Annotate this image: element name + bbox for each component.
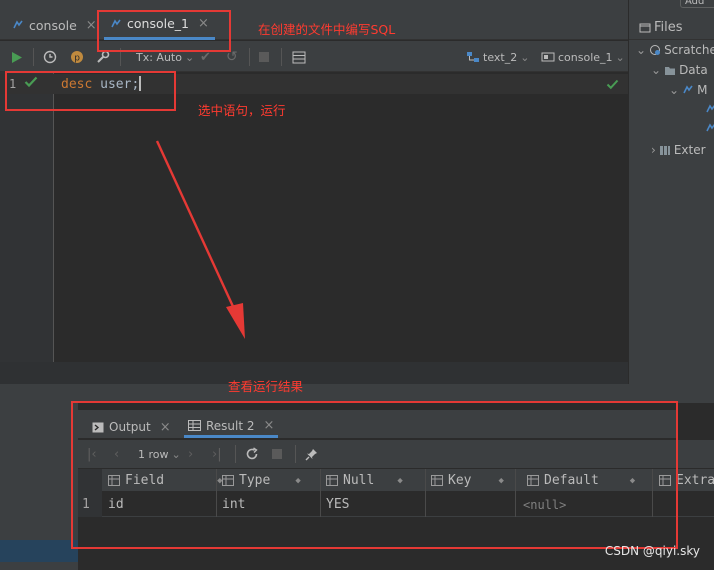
tab-console[interactable]: console ×	[6, 10, 103, 40]
folder-icon	[665, 66, 676, 75]
run-button[interactable]	[11, 48, 23, 66]
files-panel: Files ⌄ Scratche ⌄ Data ⌄ M › Exter	[628, 0, 714, 390]
schema-icon	[467, 52, 479, 62]
watermark: CSDN @qiyi.sky	[604, 544, 700, 558]
session-selector[interactable]: console_1 ⌄	[541, 48, 625, 66]
annotation-write-sql: 在创建的文件中编写SQL	[258, 22, 396, 37]
add-button[interactable]: Add	[680, 0, 714, 8]
tree-item-external[interactable]: › Exter	[651, 143, 706, 157]
files-panel-title[interactable]: Files	[639, 20, 683, 35]
chevron-down-icon: ⌄	[669, 83, 680, 97]
schema-label: text_2	[483, 50, 518, 64]
highlight-box-statement	[5, 71, 176, 111]
annotation-arrow-icon	[155, 140, 245, 339]
stop-button[interactable]	[259, 48, 269, 66]
selected-item-strip	[0, 540, 78, 562]
play-icon	[12, 51, 22, 63]
highlight-box-results	[71, 401, 678, 549]
console-file-icon	[13, 20, 23, 29]
tree-item-data[interactable]: ⌄ Data	[651, 63, 708, 77]
editor-horizontal-scrollbar[interactable]	[0, 362, 628, 384]
sql-file-icon	[706, 123, 714, 132]
chevron-down-icon: ⌄	[636, 43, 647, 57]
scratches-icon	[650, 45, 661, 55]
sql-editor[interactable]	[55, 72, 628, 362]
table-view-button[interactable]	[292, 48, 306, 66]
schema-selector[interactable]: text_2 ⌄	[466, 48, 529, 66]
explain-plan-button[interactable]: p	[70, 48, 84, 66]
tree-item-m[interactable]: ⌄ M	[669, 83, 707, 97]
p-badge-icon: p	[71, 51, 83, 63]
table-icon	[292, 51, 306, 63]
annotation-select-run: 选中语句，运行	[198, 103, 286, 118]
clock-icon	[43, 50, 57, 64]
chevron-down-icon: ⌄	[651, 63, 662, 77]
annotation-view-result: 查看运行结果	[228, 379, 304, 394]
editor-gutter	[0, 72, 54, 362]
wrench-icon	[97, 50, 110, 63]
console-session-icon	[541, 52, 555, 62]
stop-icon	[259, 52, 269, 62]
tree-item-console-1-file[interactable]	[705, 122, 714, 134]
no-errors-check-icon	[606, 79, 619, 93]
chevron-down-icon: ⌄	[184, 50, 195, 64]
tab-label: console	[29, 17, 77, 33]
session-label: console_1	[558, 50, 613, 64]
files-icon	[639, 23, 651, 32]
library-icon	[659, 145, 670, 155]
tree-item-scratches[interactable]: ⌄ Scratche	[636, 43, 714, 57]
history-button[interactable]	[43, 48, 57, 66]
highlight-box-tab	[97, 10, 231, 52]
chevron-down-icon: ⌄	[615, 50, 625, 64]
chevron-down-icon: ⌄	[520, 50, 530, 64]
sql-file-icon	[706, 104, 714, 113]
editor-toolbar: p Tx: Auto ⌄ ✔ ↺ text_2 ⌄ console_1 ⌄	[0, 41, 628, 72]
tree-item-console-file[interactable]	[705, 103, 714, 115]
tx-mode-label: Tx: Auto	[136, 50, 182, 64]
svg-text:p: p	[74, 53, 80, 63]
close-icon[interactable]: ×	[86, 18, 97, 33]
chevron-right-icon: ›	[651, 143, 656, 157]
sql-file-icon	[683, 85, 693, 94]
